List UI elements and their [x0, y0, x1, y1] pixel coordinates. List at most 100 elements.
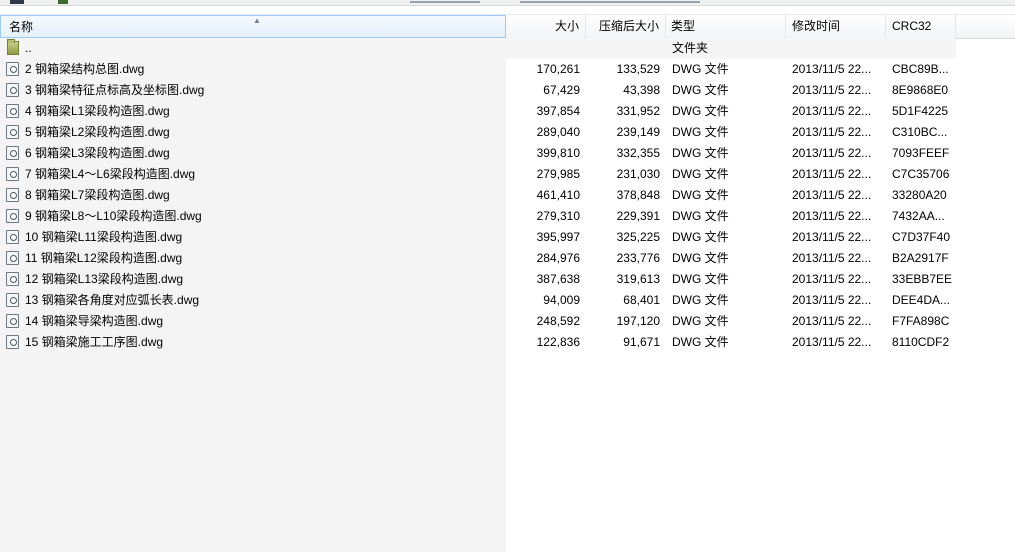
file-modified: 2013/11/5 22...: [792, 146, 872, 160]
file-name: 11 钢箱梁L12梁段构造图.dwg: [25, 251, 183, 265]
file-packed-size: 332,355: [616, 146, 660, 160]
dwg-file-icon: [6, 62, 19, 76]
file-packed-size: 197,120: [616, 314, 660, 328]
file-crc32: B2A2917F: [892, 251, 949, 265]
file-packed-size: 319,613: [616, 272, 660, 286]
file-row[interactable]: 10 钢箱梁L11梁段构造图.dwg 395,997 325,225 DWG 文件 20…: [0, 227, 956, 248]
sort-ascending-icon: ▲: [253, 16, 261, 25]
dwg-file-icon: [6, 314, 19, 328]
file-row[interactable]: 13 钢箱梁各角度对应弧长表.dwg 94,009 68,401 DWG 文件 2013…: [0, 290, 956, 311]
file-size: 122,836: [536, 335, 580, 349]
file-packed-size: 378,848: [616, 188, 660, 202]
file-size: 397,854: [536, 104, 580, 118]
column-header-size-label: 大小: [554, 19, 579, 33]
file-row[interactable]: 15 钢箱梁施工工序图.dwg 122,836 91,671 DWG 文件 2013/1…: [0, 332, 956, 353]
parent-folder-type: 文件夹: [672, 41, 709, 55]
file-name: 7 钢箱梁L4～L6梁段构造图.dwg: [25, 167, 196, 181]
file-type: DWG 文件: [672, 209, 729, 223]
file-packed-size: 133,529: [616, 62, 660, 76]
file-name: 6 钢箱梁L3梁段构造图.dwg: [25, 146, 170, 160]
file-row[interactable]: 6 钢箱梁L3梁段构造图.dwg 399,810 332,355 DWG 文件 2013…: [0, 143, 956, 164]
file-type: DWG 文件: [672, 83, 729, 97]
dwg-file-icon: [6, 335, 19, 349]
file-crc32: C7C35706: [892, 167, 950, 181]
parent-folder-row[interactable]: .. 文件夹: [0, 38, 956, 59]
file-type: DWG 文件: [672, 230, 729, 244]
file-name: 3 钢箱梁特征点标高及坐标图.dwg: [25, 83, 205, 97]
file-size: 279,985: [536, 167, 580, 181]
dwg-file-icon: [6, 125, 19, 139]
file-modified: 2013/11/5 22...: [792, 272, 872, 286]
file-row[interactable]: 2 钢箱梁结构总图.dwg 170,261 133,529 DWG 文件 2013/11…: [0, 59, 956, 80]
file-modified: 2013/11/5 22...: [792, 62, 872, 76]
dwg-file-icon: [6, 230, 19, 244]
file-name: 5 钢箱梁L2梁段构造图.dwg: [25, 125, 170, 139]
file-name: 10 钢箱梁L11梁段构造图.dwg: [25, 230, 183, 244]
file-row[interactable]: 8 钢箱梁L7梁段构造图.dwg 461,410 378,848 DWG 文件 2013…: [0, 185, 956, 206]
file-crc32: 33280A20: [892, 188, 947, 202]
file-modified: 2013/11/5 22...: [792, 230, 872, 244]
title-fragment: [410, 1, 480, 3]
file-row[interactable]: 5 钢箱梁L2梁段构造图.dwg 289,040 239,149 DWG 文件 2013…: [0, 122, 956, 143]
dwg-file-icon: [6, 251, 19, 265]
folder-icon: [7, 39, 19, 55]
column-header-size[interactable]: 大小: [506, 15, 586, 38]
file-crc32: F7FA898C: [892, 314, 950, 328]
file-size: 94,009: [543, 293, 580, 307]
file-size: 395,997: [536, 230, 580, 244]
file-modified: 2013/11/5 22...: [792, 188, 872, 202]
file-row[interactable]: 7 钢箱梁L4～L6梁段构造图.dwg 279,985 231,030 DWG 文件 2…: [0, 164, 956, 185]
file-crc32: 5D1F4225: [892, 104, 949, 118]
file-modified: 2013/11/5 22...: [792, 167, 872, 181]
column-header-name[interactable]: ▲ 名称: [0, 15, 506, 38]
file-packed-size: 91,671: [623, 335, 660, 349]
column-header-name-label: 名称: [9, 20, 34, 34]
file-modified: 2013/11/5 22...: [792, 83, 872, 97]
file-modified: 2013/11/5 22...: [792, 209, 872, 223]
file-row[interactable]: 11 钢箱梁L12梁段构造图.dwg 284,976 233,776 DWG 文件 20…: [0, 248, 956, 269]
file-row[interactable]: 3 钢箱梁特征点标高及坐标图.dwg 67,429 43,398 DWG 文件 2013…: [0, 80, 956, 101]
file-crc32: DEE4DA...: [892, 293, 951, 307]
file-packed-size: 231,030: [616, 167, 660, 181]
column-header-packed-size[interactable]: 压缩后大小: [586, 15, 666, 38]
toolbar-strip: [0, 0, 1015, 6]
dwg-file-icon: [6, 272, 19, 286]
parent-folder-name: ..: [25, 41, 32, 55]
file-packed-size: 233,776: [616, 251, 660, 265]
column-header-modified-label: 修改时间: [792, 19, 841, 33]
dwg-file-icon: [6, 188, 19, 202]
file-row[interactable]: 4 钢箱梁L1梁段构造图.dwg 397,854 331,952 DWG 文件 2013…: [0, 101, 956, 122]
dwg-file-icon: [6, 167, 19, 181]
file-name: 8 钢箱梁L7梁段构造图.dwg: [25, 188, 170, 202]
file-name: 9 钢箱梁L8～L10梁段构造图.dwg: [25, 209, 202, 223]
file-size: 284,976: [536, 251, 580, 265]
column-header-bar: ▲ 名称 大小 压缩后大小 类型 修改时间 CRC32: [0, 14, 1015, 39]
dwg-file-icon: [6, 293, 19, 307]
file-row[interactable]: 12 钢箱梁L13梁段构造图.dwg 387,638 319,613 DWG 文件 20…: [0, 269, 956, 290]
file-type: DWG 文件: [672, 125, 729, 139]
file-type: DWG 文件: [672, 104, 729, 118]
file-name: 2 钢箱梁结构总图.dwg: [25, 62, 145, 76]
column-header-crc32[interactable]: CRC32: [886, 15, 956, 38]
column-header-type[interactable]: 类型: [666, 15, 786, 38]
file-crc32: 8110CDF2: [892, 335, 950, 349]
file-crc32: C310BC...: [892, 125, 948, 139]
file-size: 289,040: [536, 125, 580, 139]
file-row[interactable]: 9 钢箱梁L8～L10梁段构造图.dwg 279,310 229,391 DWG 文件…: [0, 206, 956, 227]
file-crc32: 7432AA...: [892, 209, 945, 223]
file-type: DWG 文件: [672, 272, 729, 286]
file-type: DWG 文件: [672, 335, 729, 349]
column-header-crc-label: CRC32: [892, 19, 932, 33]
file-row[interactable]: 14 钢箱梁导梁构造图.dwg 248,592 197,120 DWG 文件 2013/…: [0, 311, 956, 332]
file-crc32: CBC89B...: [892, 62, 949, 76]
file-type: DWG 文件: [672, 188, 729, 202]
file-packed-size: 68,401: [623, 293, 660, 307]
file-size: 461,410: [536, 188, 580, 202]
file-type: DWG 文件: [672, 314, 729, 328]
column-header-modified[interactable]: 修改时间: [786, 15, 886, 38]
file-packed-size: 331,952: [616, 104, 660, 118]
file-crc32: 33EBB7EE: [892, 272, 953, 286]
file-modified: 2013/11/5 22...: [792, 251, 872, 265]
dwg-file-icon: [6, 104, 19, 118]
toolbar-button-icon[interactable]: [10, 0, 24, 4]
